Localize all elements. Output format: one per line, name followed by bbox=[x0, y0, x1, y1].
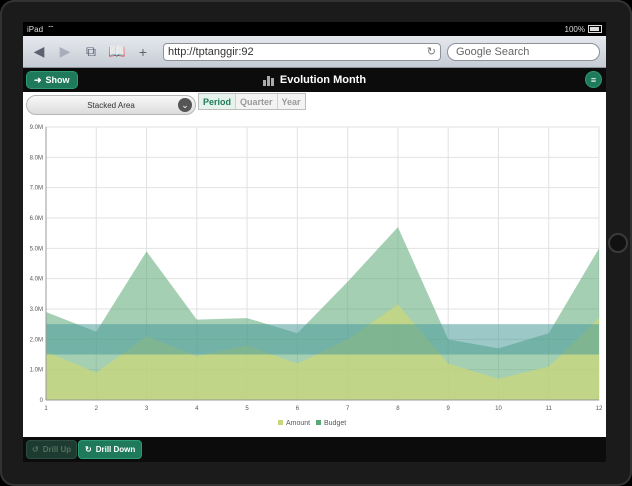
menu-button[interactable]: ≡ bbox=[585, 71, 602, 88]
search-placeholder: Google Search bbox=[456, 45, 530, 58]
drill-up-label: Drill Up bbox=[42, 445, 72, 454]
show-label: Show bbox=[45, 75, 70, 85]
y-tick-label: 9.0M bbox=[30, 125, 43, 131]
arrow-right-icon: ➜ bbox=[34, 74, 42, 85]
undo-icon: ↺ bbox=[32, 445, 39, 454]
tab-period[interactable]: Period bbox=[199, 94, 237, 109]
x-tick-label: 4 bbox=[195, 406, 199, 412]
period-segmented-control: Period Quarter Year bbox=[198, 93, 306, 110]
status-bar: iPad ⌔ 100% bbox=[23, 22, 606, 36]
x-tick-label: 7 bbox=[346, 406, 350, 412]
battery-icon bbox=[588, 25, 602, 33]
y-tick-label: 6.0M bbox=[30, 216, 43, 222]
chevron-down-icon: ⌄ bbox=[178, 98, 192, 112]
budget-band bbox=[46, 324, 599, 355]
chart-type-value: Stacked Area bbox=[87, 100, 135, 110]
y-tick-label: 8.0M bbox=[30, 155, 43, 161]
tabs-icon[interactable]: ⧉ bbox=[81, 42, 101, 62]
x-tick-label: 2 bbox=[95, 406, 99, 412]
page-title: Evolution Month bbox=[262, 74, 367, 86]
x-tick-label: 3 bbox=[145, 406, 149, 412]
legend-swatch-amount bbox=[278, 420, 283, 425]
drill-down-label: Drill Down bbox=[95, 445, 136, 454]
y-tick-label: 2.0M bbox=[30, 337, 43, 343]
x-tick-label: 10 bbox=[495, 406, 502, 412]
forward-icon[interactable]: ▶ bbox=[55, 42, 75, 62]
y-tick-label: 7.0M bbox=[30, 186, 43, 192]
wifi-icon: ⌔ bbox=[47, 24, 55, 33]
x-tick-label: 1 bbox=[44, 406, 48, 412]
y-tick-label: 4.0M bbox=[30, 277, 43, 283]
home-button[interactable] bbox=[608, 233, 628, 253]
legend-label-amount: Amount bbox=[286, 420, 310, 427]
y-tick-label: 5.0M bbox=[30, 246, 43, 252]
chart-type-select[interactable]: Stacked Area ⌄ bbox=[26, 95, 196, 115]
bar-chart-icon bbox=[262, 75, 274, 86]
y-tick-label: 3.0M bbox=[30, 307, 43, 313]
show-button[interactable]: ➜ Show bbox=[26, 71, 78, 89]
back-icon[interactable]: ◀ bbox=[29, 42, 49, 62]
tab-year[interactable]: Year bbox=[277, 94, 305, 109]
menu-icon: ≡ bbox=[590, 74, 597, 85]
bookmarks-icon[interactable]: 📖 bbox=[107, 42, 127, 62]
x-tick-label: 9 bbox=[447, 406, 451, 412]
redo-icon: ↻ bbox=[85, 445, 92, 454]
device-name: iPad bbox=[27, 24, 44, 34]
add-icon[interactable]: + bbox=[133, 42, 153, 62]
search-field[interactable]: Google Search bbox=[447, 42, 600, 61]
url-field[interactable]: http://tptanggir:92 ↻ bbox=[163, 42, 441, 61]
url-text: http://tptanggir:92 bbox=[168, 45, 254, 58]
drill-up-button[interactable]: ↺ Drill Up bbox=[26, 440, 78, 459]
title-text: Evolution Month bbox=[279, 74, 367, 86]
app-toolbar: ➜ Show Evolution Month ≡ bbox=[23, 68, 606, 92]
drill-down-button[interactable]: ↻ Drill Down bbox=[78, 440, 143, 459]
legend-label-budget: Budget bbox=[324, 420, 346, 427]
reload-icon[interactable]: ↻ bbox=[427, 45, 436, 58]
x-tick-label: 5 bbox=[245, 406, 249, 412]
browser-toolbar: ◀ ▶ ⧉ 📖 + http://tptanggir:92 ↻ Google S… bbox=[23, 36, 606, 68]
x-tick-label: 6 bbox=[296, 406, 300, 412]
stacked-area-chart: 01.0M2.0M3.0M4.0M5.0M6.0M7.0M8.0M9.0M1 2 3… bbox=[30, 125, 603, 427]
battery-text: 100% bbox=[564, 24, 585, 34]
x-tick-label: 12 bbox=[596, 406, 603, 412]
chart-panel: 0 1.0M 2.0M 3.0M 4.0M 5.0M 6.0M 7.0M 8.0M 9.0M 1 2 3… bbox=[23, 92, 606, 437]
x-tick-label: 11 bbox=[546, 406, 553, 412]
bottom-toolbar: ↺ Drill Up ↻ Drill Down bbox=[23, 437, 606, 462]
legend-swatch-budget bbox=[316, 420, 321, 425]
y-tick-label: 1.0M bbox=[30, 368, 43, 374]
y-tick-label: 0 bbox=[40, 398, 44, 404]
x-tick-label: 8 bbox=[396, 406, 400, 412]
tab-quarter[interactable]: Quarter bbox=[236, 94, 278, 109]
screen: iPad ⌔ 100% ◀ ▶ ⧉ 📖 + http://tptanggir:9… bbox=[23, 22, 606, 462]
